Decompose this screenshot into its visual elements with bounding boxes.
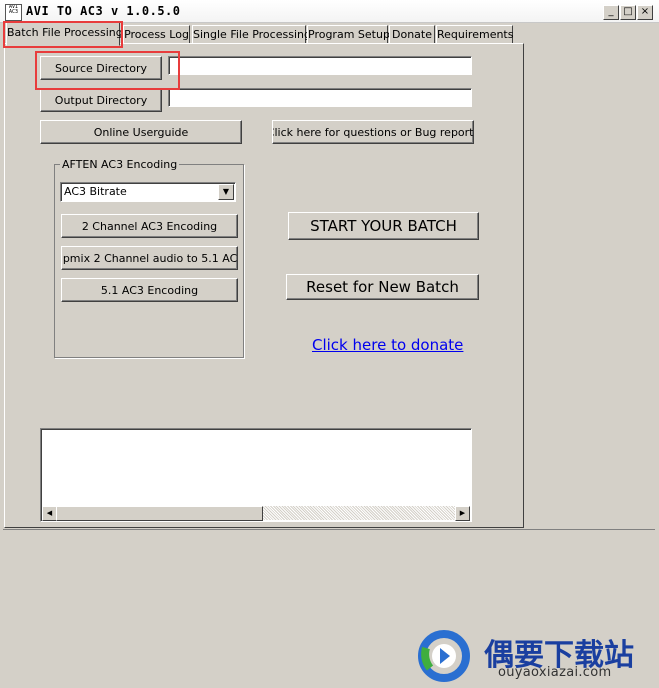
maximize-icon[interactable]: □ [620, 5, 636, 20]
close-icon[interactable]: × [637, 5, 653, 20]
app-icon: AVI AC3 [5, 4, 22, 21]
ac3-bitrate-value: AC3 Bitrate [64, 185, 127, 198]
source-directory-button[interactable]: Source Directory [40, 56, 162, 80]
source-directory-field[interactable] [168, 56, 472, 75]
bug-reports-button[interactable]: Click here for questions or Bug reports [272, 120, 474, 144]
window-title: AVI TO AC3 v 1.0.5.0 [26, 4, 181, 18]
start-batch-button[interactable]: START YOUR BATCH [288, 212, 479, 240]
online-userguide-button[interactable]: Online Userguide [40, 120, 242, 144]
donate-link[interactable]: Click here to donate [312, 336, 463, 354]
upmix-button[interactable]: Upmix 2 Channel audio to 5.1 AC3 [61, 246, 238, 270]
scroll-thumb[interactable] [56, 506, 263, 521]
two-channel-encoding-button[interactable]: 2 Channel AC3 Encoding [61, 214, 238, 238]
tab-batch-file-processing[interactable]: Batch File Processing [6, 22, 123, 46]
scroll-right-icon[interactable]: ▶ [455, 506, 470, 521]
tab-donate[interactable]: Donate [389, 25, 435, 45]
watermark-logo-icon [416, 628, 472, 684]
output-directory-field[interactable] [168, 88, 472, 107]
chevron-down-icon[interactable]: ▼ [218, 184, 234, 200]
tab-single-file-processing[interactable]: Single File Processing [192, 25, 311, 45]
scroll-left-icon[interactable]: ◀ [42, 506, 57, 521]
tab-process-log[interactable]: Process Log [123, 25, 190, 45]
minimize-icon[interactable]: _ [603, 5, 619, 20]
window-frame-divider [3, 529, 655, 530]
five-one-encoding-button[interactable]: 5.1 AC3 Encoding [61, 278, 238, 302]
ac3-bitrate-select[interactable]: AC3 Bitrate ▼ [60, 182, 236, 202]
tab-program-setup[interactable]: Program Setup [307, 25, 390, 45]
title-bar: AVI AC3 AVI TO AC3 v 1.0.5.0 _ □ × [0, 0, 659, 23]
aften-encoding-group-label: AFTEN AC3 Encoding [60, 158, 180, 171]
horizontal-scrollbar[interactable]: ◀ ▶ [42, 506, 470, 521]
watermark-url: ouyaoxiazai.com [498, 665, 612, 680]
tab-requirements[interactable]: Requirements [436, 25, 513, 45]
reset-batch-button[interactable]: Reset for New Batch [286, 274, 479, 300]
output-directory-button[interactable]: Output Directory [40, 88, 162, 112]
